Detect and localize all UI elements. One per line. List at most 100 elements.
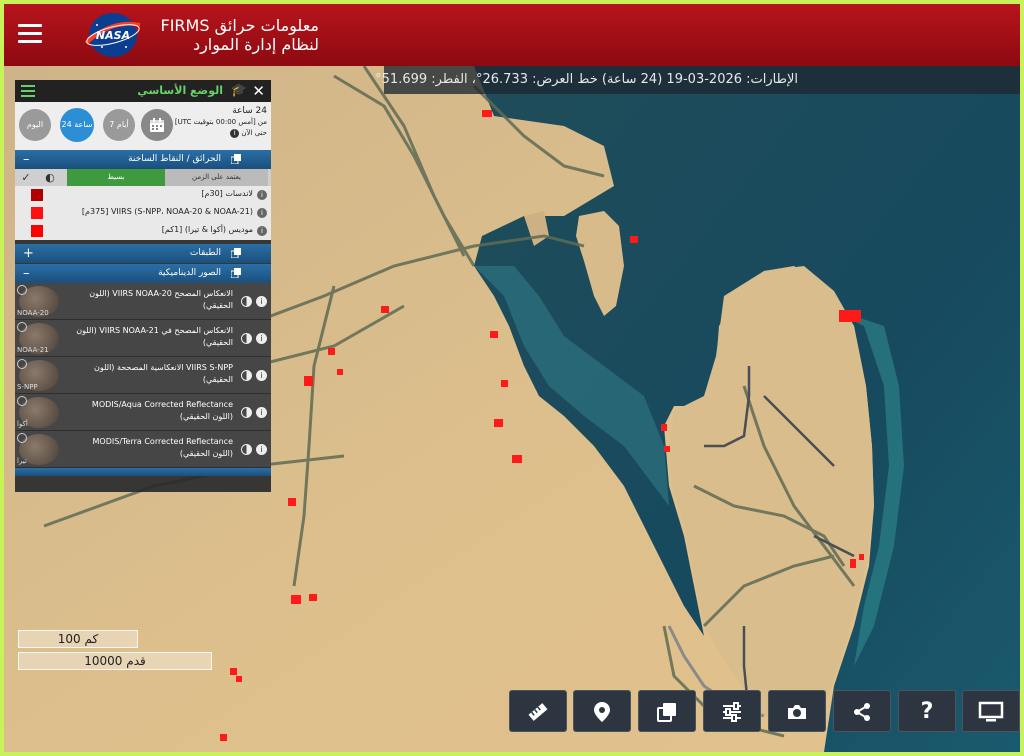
monitor-icon [978,701,1004,722]
thumbnail-label: NOAA-21 [17,346,49,354]
imagery-layer-row[interactable]: S-NPP i VIIRS S-NPP الانعكاسية المصححة (… [15,357,271,394]
collapse-icon[interactable]: – [23,264,30,283]
scale-bar-km: 100 كم [18,630,138,648]
opacity-icon[interactable] [241,444,252,455]
layers-copy-icon [231,268,241,278]
fire-point[interactable] [661,424,667,431]
fire-point[interactable] [850,559,856,568]
fire-point[interactable] [482,110,492,117]
fire-point[interactable] [236,676,242,682]
panel-menu-icon[interactable] [21,85,35,97]
imagery-layer-row[interactable]: NOAA-20 i الانعكاس المصحح VIIRS NOAA-20 … [15,283,271,320]
scale-km-label: 100 كم [57,632,99,646]
more-section-header[interactable] [15,468,271,476]
layers-section-header[interactable]: الطبقات + [15,244,271,263]
app-title: معلومات حرائق FIRMS لنظام إدارة الموارد [154,16,320,54]
fire-layer-row[interactable]: i VIIRS (S-NPP، NOAA-20 & NOAA-21) [375م… [15,204,271,222]
fire-point[interactable] [328,348,335,355]
select-checkbox[interactable] [17,433,27,443]
fire-point[interactable] [839,310,861,322]
imagery-layer-name: الانعكاس المصحح في VIIRS NOAA-21 (اللون … [76,326,233,347]
imagery-layer-row[interactable]: أكوا i MODIS/Aqua Corrected Reflectance … [15,394,271,431]
today-button[interactable]: اليوم [19,109,51,141]
select-checkbox[interactable] [17,359,27,369]
fire-point[interactable] [859,554,864,560]
info-icon[interactable]: i [256,296,267,307]
collapse-icon[interactable]: – [23,150,30,169]
time-range-info: 24 ساعة من [أمس 00:00 بتوقيت UTC] حتى ال… [172,106,267,139]
fire-point[interactable] [337,369,343,375]
imagery-layer-row[interactable]: تيرا i MODIS/Terra Corrected Reflectance… [15,431,271,468]
main-menu-icon[interactable] [18,24,42,44]
fire-filter-bar: يعتمد على الزمن بسيط ◐ ✓ [15,169,271,186]
fire-layer-swatch [31,189,43,201]
fire-point[interactable] [490,331,498,338]
select-checkbox[interactable] [17,322,27,332]
nasa-logo-text: NASA [96,29,130,42]
fire-point[interactable] [220,734,227,741]
fire-layer-label: VIIRS (S-NPP، NOAA-20 & NOAA-21) [375م] [81,207,253,216]
fire-point[interactable] [501,380,508,387]
7-days-button[interactable]: 7 أيام [103,109,135,141]
calendar-button[interactable] [141,109,173,141]
opacity-icon[interactable] [241,370,252,381]
settings-sliders-button[interactable] [703,690,761,732]
fire-point[interactable] [630,236,638,243]
info-icon[interactable]: i [257,226,267,236]
nasa-logo[interactable]: NASA [82,9,144,61]
fire-point[interactable] [512,455,522,463]
info-icon[interactable]: i [256,370,267,381]
fire-point[interactable] [664,446,670,452]
fire-point[interactable] [381,306,389,313]
fire-point[interactable] [309,594,317,601]
fire-point[interactable] [291,595,301,604]
share-button[interactable] [833,690,891,732]
close-icon[interactable]: ✕ [252,82,265,100]
imagery-section-header[interactable]: الصور الديناميكية – [15,264,271,283]
contrast-icon[interactable]: ◐ [43,171,57,185]
fire-layer-row[interactable]: i مودیس (أكوا & تيرا) [1كم] [15,222,271,240]
fire-layer-row[interactable]: i لاندسات [30م] [15,186,271,204]
imagery-section-title: الصور الديناميكية [158,268,221,278]
measure-button[interactable] [509,690,567,732]
expand-icon[interactable]: + [23,244,34,263]
opacity-icon[interactable] [241,407,252,418]
fire-point[interactable] [304,376,313,386]
timeline-filter-tab[interactable]: يعتمد على الزمن [165,169,268,186]
help-button[interactable]: ? [898,690,956,732]
location-button[interactable] [573,690,631,732]
fire-layer-swatch [31,225,43,237]
layers-button[interactable] [638,690,696,732]
imagery-layer-name: MODIS/Terra Corrected Reflectance (اللون… [92,437,233,458]
checkmark-icon[interactable]: ✓ [19,171,33,185]
imagery-layer-row[interactable]: NOAA-21 i الانعكاس المصحح في VIIRS NOAA-… [15,320,271,357]
info-icon[interactable]: i [230,129,240,138]
share-icon [854,703,870,721]
info-icon[interactable]: i [257,190,267,200]
info-icon[interactable]: i [256,444,267,455]
snapshot-button[interactable] [768,690,826,732]
app-frame: NASA معلومات حرائق FIRMS لنظام إدارة الم… [4,4,1020,752]
imagery-layer-name: MODIS/Aqua Corrected Reflectance (اللون … [91,400,233,421]
info-icon[interactable]: i [256,333,267,344]
info-icon[interactable]: i [257,208,267,218]
fires-section-header[interactable]: الحرائق / النقاط الساخنة – [15,150,271,169]
fires-section-title: الحرائق / النقاط الساخنة [128,154,221,164]
opacity-icon[interactable] [241,296,252,307]
24h-button[interactable]: 24 ساعة [60,108,94,142]
time-selector: اليوم 24 ساعة 7 أيام 24 ساعة من [أمس 00:… [15,102,271,150]
simple-filter-tab[interactable]: بسيط [67,169,165,186]
fire-point[interactable] [494,419,503,427]
select-checkbox[interactable] [17,396,27,406]
fire-point[interactable] [230,668,237,675]
camera-icon [788,705,806,719]
thumbnail-label: أكوا [17,420,28,428]
display-mode-button[interactable] [962,690,1020,732]
app-header: NASA معلومات حرائق FIRMS لنظام إدارة الم… [4,4,1020,66]
select-checkbox[interactable] [17,285,27,295]
app-title-line1: معلومات حرائق FIRMS [160,16,320,35]
fire-point[interactable] [288,498,296,506]
info-icon[interactable]: i [256,407,267,418]
opacity-icon[interactable] [241,333,252,344]
graduation-cap-icon[interactable]: 🎓 [231,83,247,98]
